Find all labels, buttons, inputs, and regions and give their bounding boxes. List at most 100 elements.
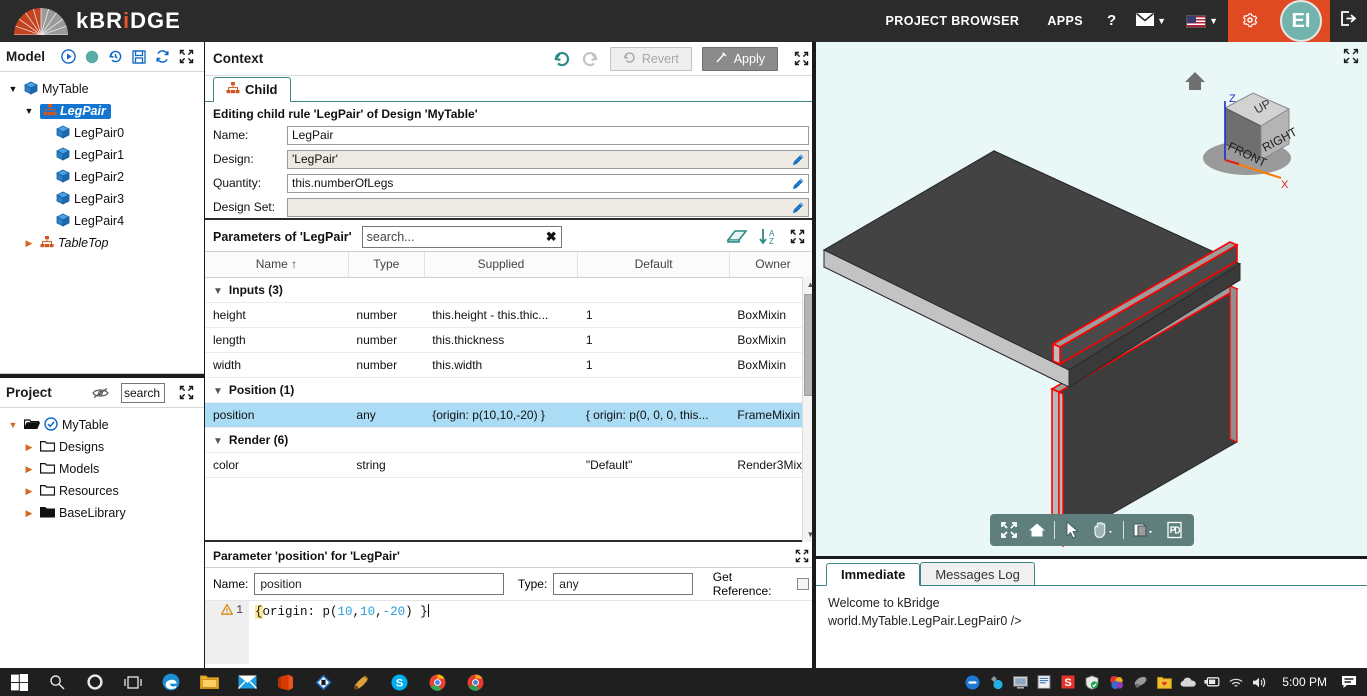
table-column-header[interactable]: Type bbox=[348, 252, 425, 278]
tray-security-icon[interactable] bbox=[1080, 668, 1104, 696]
eraser-icon[interactable] bbox=[726, 229, 748, 245]
search-icon[interactable] bbox=[38, 668, 76, 696]
apps-link[interactable]: APPS bbox=[1033, 0, 1097, 42]
cortana-icon[interactable] bbox=[76, 668, 114, 696]
console-tab-messages-log[interactable]: Messages Log bbox=[920, 562, 1035, 585]
context-field-input-design-set[interactable] bbox=[287, 197, 809, 217]
parameters-table[interactable]: Name ↑ Type Supplied Default Owner ▼ Inputs (… bbox=[205, 252, 817, 478]
file-explorer-icon[interactable] bbox=[190, 668, 228, 696]
parameter-type-input[interactable]: any bbox=[553, 573, 693, 595]
app-logo[interactable]: kBRiDGE bbox=[0, 6, 181, 36]
expand-icon[interactable] bbox=[179, 385, 194, 400]
view-cube[interactable]: UP FRONT RIGHT Z X bbox=[1177, 56, 1307, 196]
chrome-icon[interactable] bbox=[418, 668, 456, 696]
history-icon[interactable] bbox=[108, 49, 123, 64]
chevron-down-icon[interactable]: ▼ bbox=[213, 286, 223, 297]
app-icon[interactable] bbox=[304, 668, 342, 696]
chevron-right-icon[interactable]: ▶ bbox=[22, 238, 36, 249]
model-tree-item-legpair[interactable]: ▼ LegPair bbox=[0, 100, 204, 122]
logout-button[interactable] bbox=[1330, 0, 1367, 42]
redo-icon[interactable] bbox=[581, 50, 600, 68]
shading-mode-icon[interactable] bbox=[1130, 519, 1158, 541]
table-column-header[interactable]: Default bbox=[577, 252, 730, 278]
undo-icon[interactable] bbox=[552, 50, 571, 68]
model-tree-item-legpair2[interactable]: LegPair2 bbox=[0, 166, 204, 188]
tray-satellite-icon[interactable] bbox=[1128, 668, 1152, 696]
model-tree-item-legpair3[interactable]: LegPair3 bbox=[0, 188, 204, 210]
home-view-icon[interactable] bbox=[1026, 519, 1048, 541]
tray-droplet-icon[interactable] bbox=[984, 668, 1008, 696]
select-cursor-icon[interactable] bbox=[1061, 519, 1083, 541]
paint-icon[interactable] bbox=[342, 668, 380, 696]
edge-browser-icon[interactable] bbox=[152, 668, 190, 696]
tray-snagit-icon[interactable]: S bbox=[1056, 668, 1080, 696]
action-center-icon[interactable] bbox=[1337, 668, 1361, 696]
chevron-down-icon[interactable]: ▼ bbox=[22, 106, 36, 116]
taskbar-clock[interactable]: 5:00 PM bbox=[1272, 675, 1337, 689]
chrome-canary-icon[interactable] bbox=[456, 668, 494, 696]
3d-viewport[interactable]: UP FRONT RIGHT Z X bbox=[816, 42, 1367, 559]
selected-node[interactable]: LegPair bbox=[40, 103, 111, 119]
start-button-icon[interactable] bbox=[0, 668, 38, 696]
context-field-input-name[interactable]: LegPair bbox=[287, 125, 809, 145]
tray-battery-icon[interactable] bbox=[1200, 668, 1224, 696]
console-tab-immediate[interactable]: Immediate bbox=[826, 563, 921, 586]
model-tree-item-mytable[interactable]: ▼ MyTable bbox=[0, 78, 204, 100]
project-browser-link[interactable]: PROJECT BROWSER bbox=[872, 0, 1034, 42]
model-tree-item-legpair4[interactable]: LegPair4 bbox=[0, 210, 204, 232]
table-row[interactable]: height number this.height - this.thic... 1 B… bbox=[205, 302, 817, 328]
status-dot-icon[interactable] bbox=[85, 50, 99, 64]
expand-icon[interactable] bbox=[794, 51, 809, 66]
office-icon[interactable] bbox=[266, 668, 304, 696]
project-tree-item-baselibrary[interactable]: ▶ BaseLibrary bbox=[0, 502, 204, 524]
table-row[interactable]: width number this.width 1 BoxMixin bbox=[205, 352, 817, 378]
project-tree-item-resources[interactable]: ▶ Resources bbox=[0, 480, 204, 502]
right-splitter[interactable] bbox=[812, 42, 816, 668]
help-icon[interactable]: ? bbox=[1097, 0, 1126, 42]
console-tabs[interactable]: Immediate Messages Log bbox=[816, 562, 1367, 586]
parameters-search-input[interactable]: search... ✖ bbox=[361, 225, 562, 248]
export-pdf-icon[interactable] bbox=[1164, 519, 1186, 541]
refresh-icon[interactable] bbox=[155, 49, 170, 64]
model-tree[interactable]: ▼ MyTable ▼ LegPair LegPair0 LegPair1 LegPair2… bbox=[0, 72, 204, 254]
tray-wifi-icon[interactable] bbox=[1224, 668, 1248, 696]
skype-icon[interactable]: S bbox=[380, 668, 418, 696]
project-tree[interactable]: ▼ MyTable ▶ Designs ▶ Models ▶ Resources ▶ BaseLi… bbox=[0, 408, 204, 524]
mail-app-icon[interactable] bbox=[228, 668, 266, 696]
left-splitter[interactable] bbox=[204, 42, 205, 668]
task-view-icon[interactable] bbox=[114, 668, 152, 696]
project-tree-item-designs[interactable]: ▶ Designs bbox=[0, 436, 204, 458]
chevron-down-icon[interactable]: ▼ bbox=[6, 420, 20, 430]
table-body[interactable]: ▼ Inputs (3) height number this.height - thi… bbox=[205, 277, 817, 478]
table-group-row[interactable]: ▼ Render (6) bbox=[205, 427, 817, 453]
tray-display-icon[interactable] bbox=[1008, 668, 1032, 696]
chevron-down-icon[interactable]: ▼ bbox=[213, 386, 223, 397]
project-search-input[interactable]: search bbox=[121, 382, 165, 403]
table-group-row[interactable]: ▼ Inputs (3) bbox=[205, 277, 817, 303]
chevron-right-icon[interactable]: ▶ bbox=[22, 442, 36, 453]
tray-folder-heart-icon[interactable] bbox=[1152, 668, 1176, 696]
table-row[interactable]: position any {origin: p(10,10,-20) }{ orig… bbox=[205, 402, 817, 428]
model-tree-item-legpair1[interactable]: LegPair1 bbox=[0, 144, 204, 166]
parameter-name-input[interactable]: position bbox=[254, 573, 504, 595]
tray-onedrive-icon[interactable] bbox=[1176, 668, 1200, 696]
expand-icon[interactable] bbox=[790, 229, 805, 244]
table-group-row[interactable]: ▼ Position (1) bbox=[205, 377, 817, 403]
clear-icon[interactable]: ✖ bbox=[546, 229, 557, 245]
run-icon[interactable] bbox=[61, 49, 76, 64]
model-tree-item-tabletop[interactable]: ▶ TableTop bbox=[0, 232, 204, 254]
context-field-input-design[interactable]: 'LegPair' bbox=[287, 149, 809, 169]
chevron-right-icon[interactable]: ▶ bbox=[22, 508, 36, 519]
expand-icon[interactable] bbox=[179, 49, 194, 64]
tray-volume-icon[interactable] bbox=[1248, 668, 1272, 696]
viewport-toolbar[interactable] bbox=[989, 514, 1194, 546]
edit-pencil-icon[interactable] bbox=[791, 152, 806, 167]
tray-document-icon[interactable] bbox=[1032, 668, 1056, 696]
edit-pencil-icon[interactable] bbox=[791, 200, 806, 215]
left-horizontal-splitter[interactable] bbox=[0, 374, 204, 378]
chevron-right-icon[interactable]: ▶ bbox=[22, 486, 36, 497]
save-icon[interactable] bbox=[132, 49, 146, 64]
context-field-input-quantity[interactable]: this.numberOfLegs bbox=[287, 173, 809, 193]
model-tree-item-legpair0[interactable]: LegPair0 bbox=[0, 122, 204, 144]
taskbar-items[interactable]: S bbox=[0, 668, 494, 696]
